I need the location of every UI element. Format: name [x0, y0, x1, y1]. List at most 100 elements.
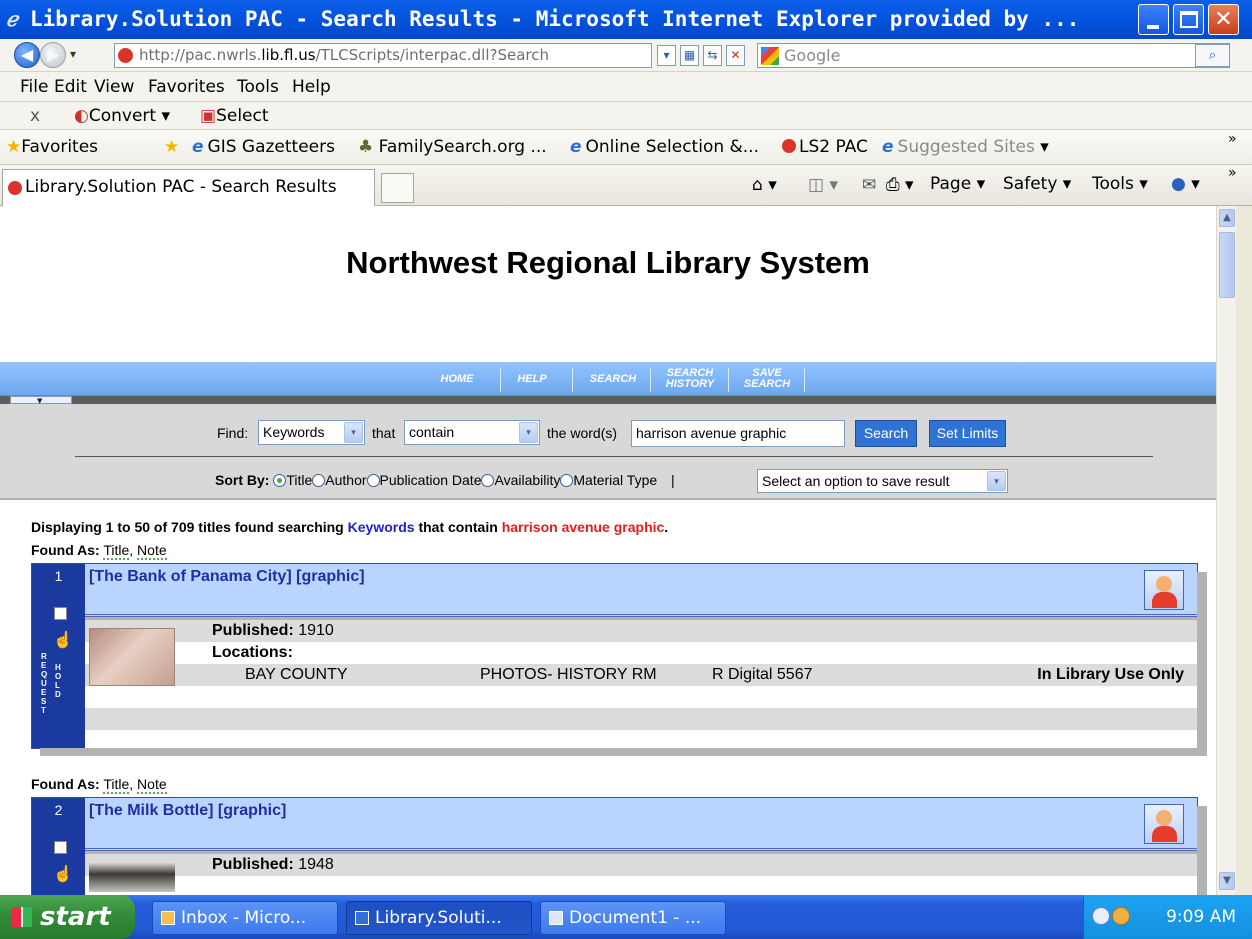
- scroll-thumb[interactable]: [1219, 232, 1235, 298]
- favorite-familysearch[interactable]: ♣ FamilySearch.org ...: [358, 130, 547, 165]
- sort-author-radio[interactable]: [312, 474, 326, 487]
- nav-search-history[interactable]: SEARCH HISTORY: [656, 362, 724, 396]
- menu-tools[interactable]: Tools: [237, 72, 279, 102]
- address-toolbar: ◀ ▶ ▾ http://pac.nwrls.lib.fl.us/TLCScri…: [0, 39, 1252, 72]
- sort-title-radio[interactable]: [273, 474, 287, 487]
- favorite-suggested-sites[interactable]: e Suggested Sites ▾: [882, 130, 1049, 165]
- close-button[interactable]: ✕: [1208, 4, 1239, 35]
- search-field-select[interactable]: Keywords ▾: [258, 420, 365, 445]
- chevron-down-icon: ▾: [987, 471, 1006, 491]
- sort-date-radio[interactable]: [366, 474, 380, 487]
- back-button[interactable]: ◀: [14, 42, 40, 68]
- task-document1[interactable]: Document1 - ...: [540, 901, 726, 935]
- scroll-down-icon[interactable]: ▼: [1219, 872, 1235, 890]
- mail-icon[interactable]: ✉: [862, 175, 876, 195]
- search-panel-divider: ▼: [0, 396, 1216, 405]
- add-favorite-icon[interactable]: ★: [164, 130, 179, 165]
- compatibility-view-button[interactable]: ▦: [680, 45, 699, 66]
- record-number: 2: [54, 802, 63, 818]
- menu-edit[interactable]: Edit: [54, 72, 87, 102]
- sort-material-radio[interactable]: [560, 474, 574, 487]
- convert-button[interactable]: ◐Convert ▾: [74, 102, 170, 130]
- favorites-overflow-icon[interactable]: »: [1228, 122, 1237, 157]
- tray-outlook-icon[interactable]: [1112, 907, 1130, 925]
- stop-button[interactable]: ✕: [726, 45, 745, 66]
- collapse-panel-button[interactable]: ▼: [10, 396, 72, 405]
- search-button[interactable]: ⌕: [1195, 44, 1230, 67]
- user-avatar-icon[interactable]: [1144, 804, 1184, 844]
- address-input[interactable]: http://pac.nwrls.lib.fl.us/TLCScripts/in…: [114, 43, 652, 68]
- operator-select[interactable]: contain ▾: [404, 420, 540, 445]
- chevron-down-icon: ▾: [1139, 174, 1148, 194]
- menu-file[interactable]: File: [20, 72, 48, 102]
- compatibility-icon: ▦: [683, 48, 696, 62]
- maximize-button[interactable]: [1173, 4, 1204, 35]
- favorites-button[interactable]: ★Favorites: [6, 130, 98, 165]
- tools-menu[interactable]: Tools ▾: [1092, 174, 1148, 194]
- tree-icon: ♣: [358, 137, 374, 157]
- record-thumbnail[interactable]: [89, 862, 175, 892]
- feeds-icon[interactable]: ◫ ▾: [808, 175, 838, 195]
- record-sidebar: 2 ☝: [32, 798, 85, 895]
- search-input[interactable]: Google: [757, 43, 1230, 68]
- request-hold-button[interactable]: REQUEST HOLD: [39, 640, 79, 730]
- record-checkbox[interactable]: [54, 607, 67, 620]
- ie-page-icon: e: [570, 137, 582, 157]
- menu-favorites[interactable]: Favorites: [148, 72, 225, 102]
- set-limits-button[interactable]: Set Limits: [929, 420, 1006, 447]
- request-hold-icon[interactable]: ☝: [53, 864, 73, 884]
- close-toolbar-icon[interactable]: x: [30, 102, 40, 130]
- found-as-2: Found As: Title, Note: [31, 776, 167, 794]
- task-library-solution[interactable]: Library.Soluti...: [346, 901, 532, 935]
- search-placeholder: Google: [784, 46, 841, 65]
- help-icon[interactable]: ● ▾: [1171, 174, 1200, 194]
- safety-menu[interactable]: Safety ▾: [1003, 174, 1071, 194]
- address-dropdown-button[interactable]: ▾: [657, 45, 676, 66]
- tray-clock-icon[interactable]: [1092, 907, 1110, 925]
- forward-button[interactable]: ▶: [40, 42, 66, 68]
- new-tab-button[interactable]: [381, 173, 414, 203]
- minimize-button[interactable]: [1138, 4, 1169, 35]
- print-icon[interactable]: ⎙ ▾: [886, 175, 914, 195]
- pdf-convert-icon: ◐: [74, 106, 89, 126]
- record-checkbox[interactable]: [54, 841, 67, 854]
- sort-availability-radio[interactable]: [481, 474, 495, 487]
- refresh-button[interactable]: ⇆: [703, 45, 722, 66]
- search-button[interactable]: Search: [855, 420, 917, 447]
- record-thumbnail[interactable]: [89, 628, 175, 686]
- record-title-link[interactable]: [The Milk Bottle] [graphic]: [89, 802, 286, 820]
- words-label: the word(s): [547, 425, 618, 441]
- nav-search[interactable]: SEARCH: [582, 362, 644, 396]
- nav-save-search[interactable]: SAVE SEARCH: [734, 362, 800, 396]
- sort-by-row: Sort By: Title Author Publication Date Avai…: [215, 472, 675, 488]
- select-button[interactable]: ▣Select: [200, 102, 269, 130]
- results-summary: Displaying 1 to 50 of 709 titles found s…: [31, 519, 669, 535]
- minimize-icon: [1147, 25, 1159, 29]
- page-menu[interactable]: Page ▾: [930, 174, 985, 194]
- start-button[interactable]: start: [0, 895, 135, 939]
- nav-help[interactable]: HELP: [510, 362, 554, 396]
- favorite-online-selection[interactable]: e Online Selection &...: [570, 130, 759, 165]
- scroll-up-icon[interactable]: ▲: [1219, 209, 1235, 227]
- nav-home[interactable]: HOME: [432, 362, 482, 396]
- task-inbox[interactable]: Inbox - Micro...: [152, 901, 338, 935]
- chevron-down-icon: ▾: [161, 106, 171, 126]
- tab-search-results[interactable]: Library.Solution PAC - Search Results: [2, 169, 375, 206]
- published-field: Published: 1948: [212, 856, 334, 873]
- favorite-ls2-pac[interactable]: LS2 PAC: [782, 130, 868, 165]
- record-title-link[interactable]: [The Bank of Panama City] [graphic]: [89, 568, 365, 586]
- location-collection: PHOTOS- HISTORY RM: [480, 666, 657, 683]
- favorite-gis-gazetteers[interactable]: e GIS Gazetteers: [192, 130, 335, 165]
- vertical-scrollbar[interactable]: ▲ ▼: [1216, 206, 1236, 895]
- tools-overflow-icon[interactable]: »: [1228, 165, 1237, 181]
- ie-page-icon: e: [882, 137, 894, 157]
- save-result-select[interactable]: Select an option to save result ▾: [757, 469, 1008, 493]
- record-details: Published: 1910 Locations: BAY COUNTY PH…: [85, 620, 1197, 748]
- history-dropdown-icon[interactable]: ▾: [70, 47, 76, 61]
- menu-help[interactable]: Help: [292, 72, 331, 102]
- menu-view[interactable]: View: [94, 72, 134, 102]
- search-query-input[interactable]: harrison avenue graphic: [631, 420, 845, 447]
- chevron-down-icon: ▾: [519, 422, 538, 443]
- user-avatar-icon[interactable]: [1144, 570, 1184, 610]
- home-icon[interactable]: ⌂ ▾: [752, 175, 777, 195]
